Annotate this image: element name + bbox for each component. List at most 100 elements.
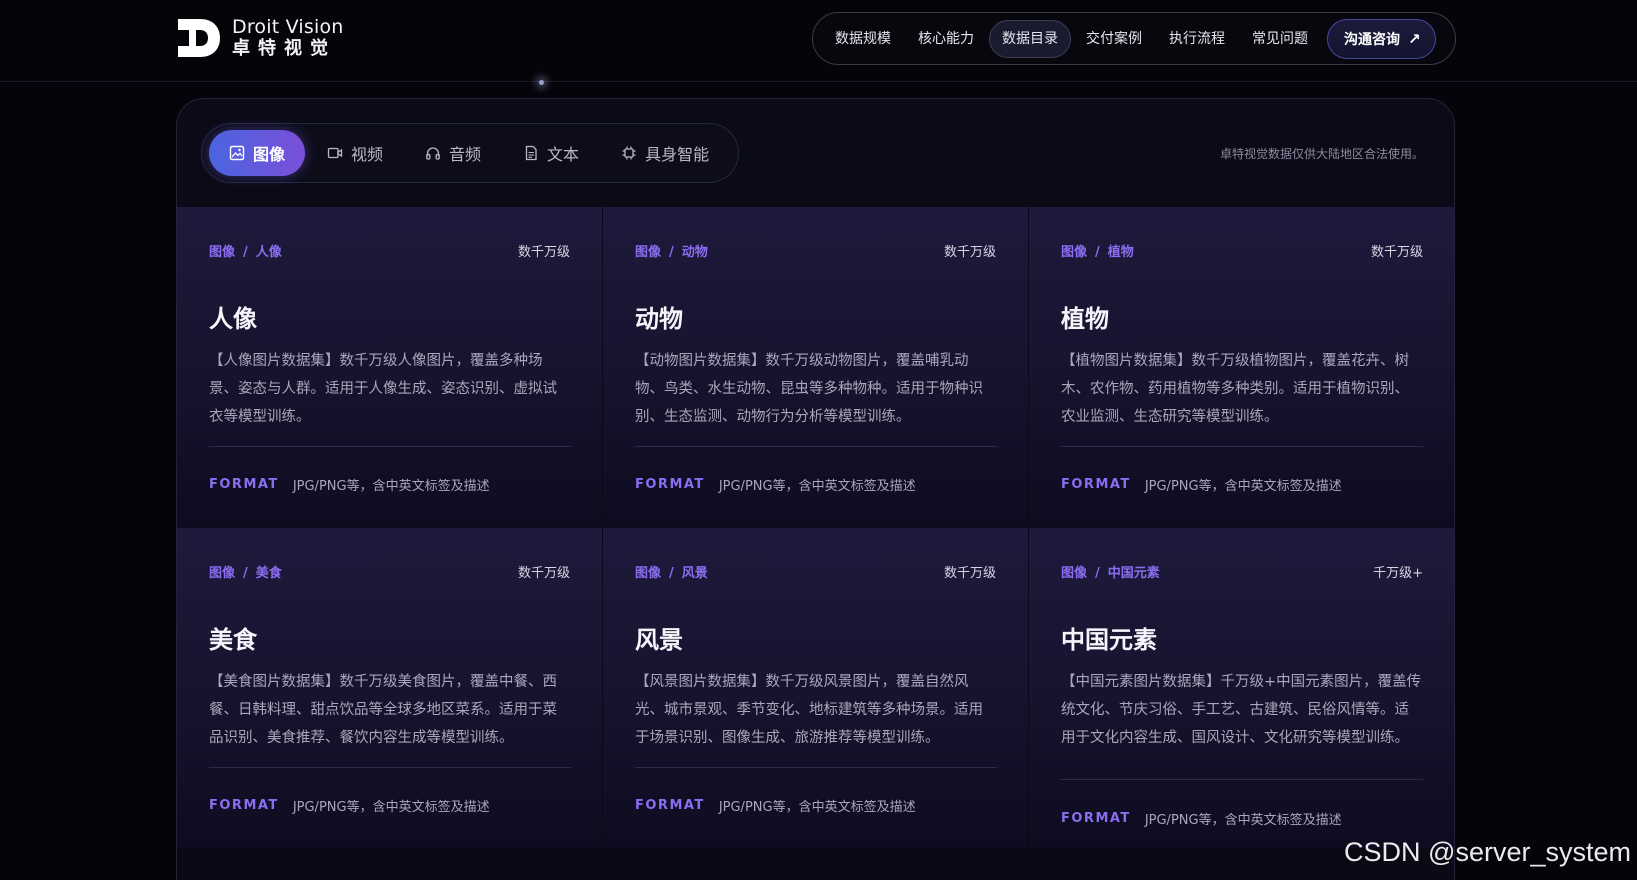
card-breadcrumb: 图像 / 植物 (1061, 241, 1134, 260)
dataset-card-portrait[interactable]: 图像 / 人像 数千万级 人像 【人像图片数据集】数千万级人像图片，覆盖多种场景、姿… (177, 207, 603, 528)
tab-image[interactable]: 图像 (209, 130, 306, 176)
format-value: JPG/PNG等，含中英文标签及描述 (292, 800, 490, 815)
decorative-glow (539, 80, 544, 85)
arrow-up-right-icon: ↗ (1408, 29, 1421, 48)
tab-embodied-ai-label: 具身智能 (645, 145, 710, 164)
crumb-separator: / (1095, 566, 1100, 581)
crumb-parent: 图像 (635, 566, 662, 581)
card-title: 风景 (635, 626, 683, 654)
card-scale: 数千万级 (943, 566, 996, 581)
consult-button[interactable]: 沟通咨询 ↗ (1327, 18, 1436, 59)
card-title: 动物 (635, 305, 683, 333)
main-nav: 数据规模 核心能力 数据目录 交付案例 执行流程 常见问题 沟通咨询 ↗ (812, 12, 1456, 65)
crumb-separator: / (243, 245, 248, 260)
card-title: 植物 (1061, 305, 1109, 333)
nav-item-process[interactable]: 执行流程 (1157, 20, 1237, 58)
tab-audio-label: 音频 (449, 145, 482, 164)
tab-audio[interactable]: 音频 (405, 130, 501, 176)
crumb-separator: / (669, 566, 674, 581)
format-label: FORMAT (1061, 477, 1131, 492)
droit-logo-icon (178, 19, 220, 57)
format-value: JPG/PNG等，含中英文标签及描述 (1144, 813, 1342, 828)
headphones-icon (425, 145, 441, 161)
crumb-child: 植物 (1107, 245, 1134, 260)
crumb-parent: 图像 (1061, 566, 1088, 581)
crumb-parent: 图像 (635, 245, 662, 260)
video-icon (327, 145, 343, 161)
nav-item-core-capability[interactable]: 核心能力 (906, 20, 986, 58)
nav-item-data-catalog[interactable]: 数据目录 (989, 19, 1071, 58)
card-scale: 数千万级 (1370, 245, 1423, 260)
crumb-separator: / (1095, 245, 1100, 260)
format-value: JPG/PNG等，含中英文标签及描述 (292, 479, 490, 494)
format-value: JPG/PNG等，含中英文标签及描述 (718, 800, 916, 815)
category-tabs: 图像 视频 音频 文本 具身智能 (201, 123, 739, 183)
card-description: 【中国元素图片数据集】千万级+中国元素图片，覆盖传统文化、节庆习俗、手工艺、古建… (1061, 674, 1422, 746)
nav-item-faq[interactable]: 常见问题 (1240, 20, 1320, 58)
card-title: 中国元素 (1061, 626, 1157, 654)
nav-item-data-scale[interactable]: 数据规模 (823, 20, 903, 58)
crumb-child: 风景 (681, 566, 708, 581)
format-label: FORMAT (635, 477, 705, 492)
crumb-child: 美食 (255, 566, 282, 581)
card-divider (209, 767, 571, 768)
card-title: 人像 (209, 305, 257, 333)
card-title: 美食 (209, 626, 257, 654)
crumb-parent: 图像 (1061, 245, 1088, 260)
card-divider (1061, 779, 1423, 780)
format-label: FORMAT (635, 798, 705, 813)
brand-logo[interactable]: Droit Vision 卓特视觉 (176, 17, 344, 59)
card-scale: 数千万级 (517, 245, 570, 260)
site-header: Droit Vision 卓特视觉 数据规模 核心能力 数据目录 交付案例 执行… (0, 0, 1637, 82)
tab-text[interactable]: 文本 (503, 130, 599, 176)
crumb-separator: / (669, 245, 674, 260)
dataset-card-animal[interactable]: 图像 / 动物 数千万级 动物 【动物图片数据集】数千万级动物图片，覆盖哺乳动物、鸟… (603, 207, 1029, 528)
dataset-grid: 图像 / 人像 数千万级 人像 【人像图片数据集】数千万级人像图片，覆盖多种场景、姿… (177, 207, 1454, 849)
format-label: FORMAT (209, 798, 279, 813)
dataset-card-plant[interactable]: 图像 / 植物 数千万级 植物 【植物图片数据集】数千万级植物图片，覆盖花卉、树木、… (1029, 207, 1454, 528)
card-breadcrumb: 图像 / 美食 (209, 562, 282, 581)
format-label: FORMAT (209, 477, 279, 492)
card-breadcrumb: 图像 / 人像 (209, 241, 282, 260)
tab-video[interactable]: 视频 (307, 130, 403, 176)
nav-item-delivery-cases[interactable]: 交付案例 (1074, 20, 1154, 58)
card-divider (635, 446, 997, 447)
dataset-card-chinese-elements[interactable]: 图像 / 中国元素 千万级+ 中国元素 【中国元素图片数据集】千万级+中国元素图片，… (1029, 528, 1454, 849)
tab-image-label: 图像 (253, 145, 286, 164)
card-format: FORMAT JPG/PNG等，含中英文标签及描述 (209, 796, 490, 815)
catalog-panel: 图像 视频 音频 文本 具身智能 卓特视觉数据仅供大陆地区合法使用。 图像 / … (176, 98, 1455, 880)
tab-text-label: 文本 (547, 145, 580, 164)
csdn-watermark: CSDN @server_system (1344, 837, 1631, 867)
crumb-child: 中国元素 (1107, 566, 1160, 581)
tab-embodied-ai[interactable]: 具身智能 (601, 130, 729, 176)
card-divider (209, 446, 571, 447)
consult-button-label: 沟通咨询 (1344, 31, 1400, 48)
card-description: 【植物图片数据集】数千万级植物图片，覆盖花卉、树木、农作物、药用植物等多种类别。… (1061, 353, 1409, 425)
card-breadcrumb: 图像 / 中国元素 (1061, 562, 1160, 581)
card-divider (635, 767, 997, 768)
crumb-parent: 图像 (209, 566, 236, 581)
card-format: FORMAT JPG/PNG等，含中英文标签及描述 (1061, 475, 1342, 494)
image-icon (229, 145, 245, 161)
dataset-card-scenery[interactable]: 图像 / 风景 数千万级 风景 【风景图片数据集】数千万级风景图片，覆盖自然风光、城… (603, 528, 1029, 849)
card-scale: 千万级+ (1373, 566, 1423, 581)
dataset-card-food[interactable]: 图像 / 美食 数千万级 美食 【美食图片数据集】数千万级美食图片，覆盖中餐、西餐、… (177, 528, 603, 849)
format-value: JPG/PNG等，含中英文标签及描述 (1144, 479, 1342, 494)
crumb-child: 人像 (255, 245, 282, 260)
card-format: FORMAT JPG/PNG等，含中英文标签及描述 (635, 475, 916, 494)
card-scale: 数千万级 (943, 245, 996, 260)
brand-name-cn: 卓特视觉 (232, 38, 336, 59)
region-notice: 卓特视觉数据仅供大陆地区合法使用。 (1219, 147, 1424, 161)
card-format: FORMAT JPG/PNG等，含中英文标签及描述 (1061, 809, 1342, 828)
card-description: 【美食图片数据集】数千万级美食图片，覆盖中餐、西餐、日韩料理、甜点饮品等全球多地… (209, 674, 557, 746)
card-format: FORMAT JPG/PNG等，含中英文标签及描述 (635, 796, 916, 815)
card-divider (1061, 446, 1423, 447)
document-icon (523, 145, 539, 161)
format-value: JPG/PNG等，含中英文标签及描述 (718, 479, 916, 494)
card-scale: 数千万级 (517, 566, 570, 581)
chip-icon (621, 145, 637, 161)
format-label: FORMAT (1061, 811, 1131, 826)
crumb-child: 动物 (681, 245, 708, 260)
card-description: 【风景图片数据集】数千万级风景图片，覆盖自然风光、城市景观、季节变化、地标建筑等… (635, 674, 983, 746)
crumb-separator: / (243, 566, 248, 581)
